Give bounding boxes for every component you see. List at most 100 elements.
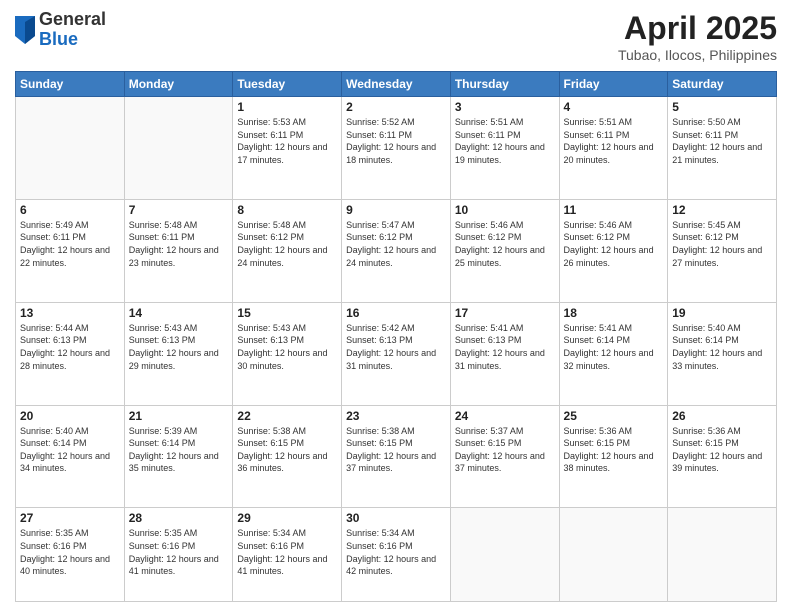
calendar-cell: 20 Sunrise: 5:40 AMSunset: 6:14 PMDayligh… [16,405,125,508]
calendar-row: 20 Sunrise: 5:40 AMSunset: 6:14 PMDayligh… [16,405,777,508]
day-number: 10 [455,203,555,217]
day-number: 20 [20,409,120,423]
calendar-cell: 3 Sunrise: 5:51 AMSunset: 6:11 PMDaylight… [450,97,559,200]
calendar-row: 27 Sunrise: 5:35 AMSunset: 6:16 PMDayligh… [16,508,777,602]
day-info: Sunrise: 5:34 AMSunset: 6:16 PMDaylight:… [237,527,337,577]
header-wednesday: Wednesday [342,72,451,97]
calendar-cell: 30Sunrise: 5:34 AMSunset: 6:16 PMDayligh… [342,508,451,602]
calendar-cell [450,508,559,602]
calendar-cell: 8 Sunrise: 5:48 AMSunset: 6:12 PMDaylight… [233,199,342,302]
calendar-cell: 4 Sunrise: 5:51 AMSunset: 6:11 PMDaylight… [559,97,668,200]
calendar-cell: 24 Sunrise: 5:37 AMSunset: 6:15 PMDayligh… [450,405,559,508]
day-info: Sunrise: 5:48 AMSunset: 6:12 PMDaylight:… [237,219,337,269]
day-number: 24 [455,409,555,423]
day-number: 13 [20,306,120,320]
day-number: 11 [564,203,664,217]
day-info: Sunrise: 5:43 AMSunset: 6:13 PMDaylight:… [129,322,229,372]
calendar-cell: 17 Sunrise: 5:41 AMSunset: 6:13 PMDayligh… [450,302,559,405]
day-info: Sunrise: 5:42 AMSunset: 6:13 PMDaylight:… [346,322,446,372]
calendar-cell: 2 Sunrise: 5:52 AMSunset: 6:11 PMDaylight… [342,97,451,200]
header-friday: Friday [559,72,668,97]
day-info: Sunrise: 5:40 AMSunset: 6:14 PMDaylight:… [20,425,120,475]
day-info: Sunrise: 5:52 AMSunset: 6:11 PMDaylight:… [346,116,446,166]
day-info: Sunrise: 5:51 AMSunset: 6:11 PMDaylight:… [564,116,664,166]
day-number: 15 [237,306,337,320]
header-monday: Monday [124,72,233,97]
day-number: 4 [564,100,664,114]
day-number: 21 [129,409,229,423]
calendar-cell [559,508,668,602]
day-info: Sunrise: 5:48 AMSunset: 6:11 PMDaylight:… [129,219,229,269]
header-saturday: Saturday [668,72,777,97]
day-number: 3 [455,100,555,114]
calendar-cell: 11 Sunrise: 5:46 AMSunset: 6:12 PMDayligh… [559,199,668,302]
day-number: 8 [237,203,337,217]
calendar-cell: 12Sunrise: 5:45 AMSunset: 6:12 PMDayligh… [668,199,777,302]
day-info: Sunrise: 5:46 AMSunset: 6:12 PMDaylight:… [455,219,555,269]
day-info: Sunrise: 5:44 AMSunset: 6:13 PMDaylight:… [20,322,120,372]
day-number: 25 [564,409,664,423]
page: General Blue April 2025 Tubao, Ilocos, P… [0,0,792,612]
header-sunday: Sunday [16,72,125,97]
logo-text: General Blue [39,10,106,50]
day-number: 17 [455,306,555,320]
calendar-cell: 27 Sunrise: 5:35 AMSunset: 6:16 PMDayligh… [16,508,125,602]
calendar-row: 13 Sunrise: 5:44 AMSunset: 6:13 PMDayligh… [16,302,777,405]
day-number: 1 [237,100,337,114]
day-info: Sunrise: 5:35 AMSunset: 6:16 PMDaylight:… [20,527,120,577]
calendar-cell: 16 Sunrise: 5:42 AMSunset: 6:13 PMDayligh… [342,302,451,405]
day-number: 14 [129,306,229,320]
day-number: 30 [346,511,446,525]
day-info: Sunrise: 5:43 AMSunset: 6:13 PMDaylight:… [237,322,337,372]
day-info: Sunrise: 5:37 AMSunset: 6:15 PMDaylight:… [455,425,555,475]
day-number: 29 [237,511,337,525]
day-info: Sunrise: 5:41 AMSunset: 6:14 PMDaylight:… [564,322,664,372]
day-number: 28 [129,511,229,525]
header-tuesday: Tuesday [233,72,342,97]
calendar-cell: 9Sunrise: 5:47 AMSunset: 6:12 PMDaylight… [342,199,451,302]
day-info: Sunrise: 5:45 AMSunset: 6:12 PMDaylight:… [672,219,772,269]
header: General Blue April 2025 Tubao, Ilocos, P… [15,10,777,63]
calendar-header: Sunday Monday Tuesday Wednesday Thursday… [16,72,777,97]
calendar-cell: 7 Sunrise: 5:48 AMSunset: 6:11 PMDaylight… [124,199,233,302]
logo-icon [15,16,35,44]
title-block: April 2025 Tubao, Ilocos, Philippines [618,10,777,63]
calendar-cell: 10 Sunrise: 5:46 AMSunset: 6:12 PMDayligh… [450,199,559,302]
day-info: Sunrise: 5:51 AMSunset: 6:11 PMDaylight:… [455,116,555,166]
calendar-cell: 1Sunrise: 5:53 AMSunset: 6:11 PMDaylight… [233,97,342,200]
calendar-cell: 25Sunrise: 5:36 AMSunset: 6:15 PMDayligh… [559,405,668,508]
day-number: 18 [564,306,664,320]
calendar-cell: 19 Sunrise: 5:40 AMSunset: 6:14 PMDayligh… [668,302,777,405]
logo-blue: Blue [39,30,106,50]
calendar-cell: 13 Sunrise: 5:44 AMSunset: 6:13 PMDayligh… [16,302,125,405]
calendar-cell: 29 Sunrise: 5:34 AMSunset: 6:16 PMDayligh… [233,508,342,602]
day-info: Sunrise: 5:39 AMSunset: 6:14 PMDaylight:… [129,425,229,475]
header-thursday: Thursday [450,72,559,97]
calendar-cell [16,97,125,200]
day-number: 2 [346,100,446,114]
calendar-cell: 28 Sunrise: 5:35 AMSunset: 6:16 PMDayligh… [124,508,233,602]
calendar-cell: 18 Sunrise: 5:41 AMSunset: 6:14 PMDayligh… [559,302,668,405]
logo: General Blue [15,10,106,50]
day-info: Sunrise: 5:46 AMSunset: 6:12 PMDaylight:… [564,219,664,269]
day-number: 16 [346,306,446,320]
day-number: 7 [129,203,229,217]
calendar-cell: 6 Sunrise: 5:49 AMSunset: 6:11 PMDaylight… [16,199,125,302]
calendar-cell: 15 Sunrise: 5:43 AMSunset: 6:13 PMDayligh… [233,302,342,405]
day-number: 5 [672,100,772,114]
day-number: 19 [672,306,772,320]
calendar-body: 1Sunrise: 5:53 AMSunset: 6:11 PMDaylight… [16,97,777,602]
day-number: 23 [346,409,446,423]
day-info: Sunrise: 5:35 AMSunset: 6:16 PMDaylight:… [129,527,229,577]
day-info: Sunrise: 5:40 AMSunset: 6:14 PMDaylight:… [672,322,772,372]
day-number: 6 [20,203,120,217]
day-number: 27 [20,511,120,525]
day-info: Sunrise: 5:38 AMSunset: 6:15 PMDaylight:… [346,425,446,475]
calendar-row: 6 Sunrise: 5:49 AMSunset: 6:11 PMDaylight… [16,199,777,302]
day-number: 9 [346,203,446,217]
day-info: Sunrise: 5:49 AMSunset: 6:11 PMDaylight:… [20,219,120,269]
calendar-subtitle: Tubao, Ilocos, Philippines [618,47,777,63]
calendar-cell [668,508,777,602]
weekday-row: Sunday Monday Tuesday Wednesday Thursday… [16,72,777,97]
day-info: Sunrise: 5:41 AMSunset: 6:13 PMDaylight:… [455,322,555,372]
